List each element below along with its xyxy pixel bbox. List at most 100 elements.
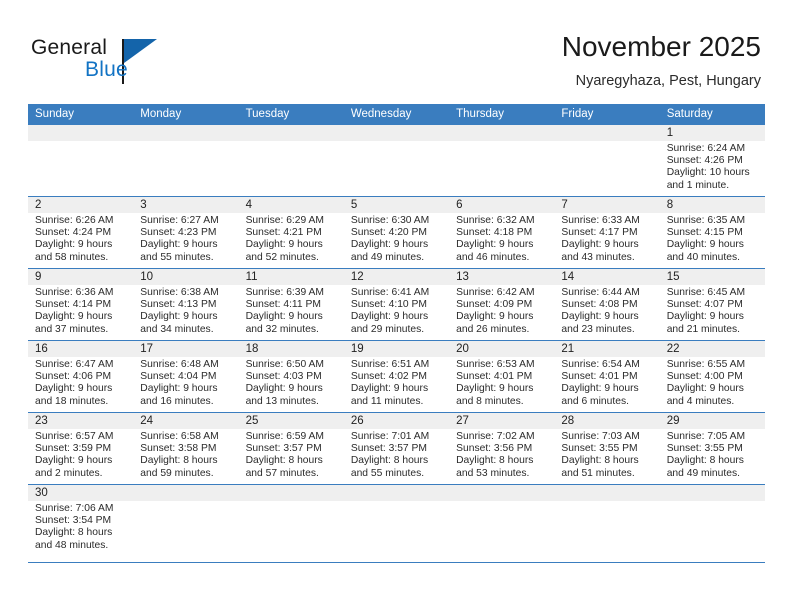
day-detail-line: Daylight: 9 hours: [350, 239, 429, 251]
day-detail-line: Sunrise: 6:58 AM: [140, 431, 219, 442]
day-detail-line: Sunset: 3:55 PM: [666, 443, 743, 455]
day-detail-line: Sunset: 4:07 PM: [666, 299, 743, 311]
day-number: 11: [245, 271, 258, 283]
calendar-day-cell[interactable]: 27 Sunrise: 7:02 AM Sunset: 3:56 PM Dayligh…: [449, 413, 555, 484]
calendar-day-cell[interactable]: 26 Sunrise: 7:01 AM Sunset: 3:57 PM Dayligh…: [343, 413, 450, 484]
calendar-day-cell-empty: [659, 485, 765, 562]
calendar-day-cell[interactable]: 15 Sunrise: 6:45 AM Sunset: 4:07 PM Dayligh…: [659, 269, 765, 340]
calendar-day-cell[interactable]: 23 Sunrise: 6:57 AM Sunset: 3:59 PM Dayligh…: [28, 413, 134, 484]
day-detail-line: Sunrise: 6:48 AM: [140, 359, 219, 370]
day-detail-line: Sunrise: 6:35 AM: [666, 215, 746, 226]
day-detail-line: Sunrise: 6:53 AM: [456, 359, 535, 370]
day-detail-line: Daylight: 8 hours: [561, 455, 639, 467]
day-detail-line: Daylight: 9 hours: [666, 311, 744, 323]
day-number-band: 22: [659, 341, 765, 357]
day-detail-line: Sunset: 3:56 PM: [456, 443, 533, 455]
day-number-band: 19: [343, 341, 450, 357]
calendar-day-cell-empty: [133, 485, 239, 562]
title-block: November 2025 Nyaregyhaza, Pest, Hungary: [562, 30, 761, 92]
calendar-day-cell[interactable]: 3 Sunrise: 6:27 AM Sunset: 4:23 PM Daylight…: [133, 197, 239, 268]
day-number-band: 18: [238, 341, 344, 357]
day-number: 29: [666, 415, 680, 427]
day-detail-line: Sunset: 3:59 PM: [35, 443, 112, 455]
day-detail-line: Daylight: 9 hours: [561, 311, 639, 323]
calendar-day-cell[interactable]: 13 Sunrise: 6:42 AM Sunset: 4:09 PM Dayligh…: [449, 269, 555, 340]
calendar-day-cell[interactable]: 30 Sunrise: 7:06 AM Sunset: 3:54 PM Dayligh…: [28, 485, 134, 562]
day-detail-line: and 49 minutes.: [350, 251, 425, 263]
day-number: 5: [350, 199, 358, 211]
calendar-day-cell[interactable]: 16 Sunrise: 6:47 AM Sunset: 4:06 PM Dayligh…: [28, 341, 134, 412]
calendar-day-cell[interactable]: 4 Sunrise: 6:29 AM Sunset: 4:21 PM Daylight…: [238, 197, 344, 268]
day-detail-line: and 11 minutes.: [350, 395, 424, 407]
calendar-day-cell[interactable]: 18 Sunrise: 6:50 AM Sunset: 4:03 PM Dayligh…: [238, 341, 344, 412]
day-detail-line: and 32 minutes.: [245, 323, 319, 335]
day-detail-line: and 40 minutes.: [666, 251, 740, 263]
calendar-page: General Blue November 2025 Nyaregyhaza, …: [0, 0, 792, 612]
day-detail-line: Sunrise: 7:03 AM: [561, 431, 640, 442]
day-number-band: 28: [554, 413, 660, 429]
day-detail-line: Sunrise: 6:24 AM: [666, 143, 746, 154]
calendar-day-cell[interactable]: 19 Sunrise: 6:51 AM Sunset: 4:02 PM Dayligh…: [343, 341, 450, 412]
calendar-day-cell[interactable]: 10 Sunrise: 6:38 AM Sunset: 4:13 PM Dayligh…: [133, 269, 239, 340]
day-detail-line: Daylight: 9 hours: [456, 383, 534, 395]
day-number: 20: [456, 343, 469, 355]
calendar-day-cell[interactable]: 14 Sunrise: 6:44 AM Sunset: 4:08 PM Dayligh…: [554, 269, 660, 340]
calendar-day-cell[interactable]: 24 Sunrise: 6:58 AM Sunset: 3:58 PM Dayligh…: [133, 413, 239, 484]
day-detail-line: Daylight: 9 hours: [350, 383, 429, 395]
day-number-band: 7: [554, 197, 660, 213]
calendar-day-cell[interactable]: 9 Sunrise: 6:36 AM Sunset: 4:14 PM Daylight…: [28, 269, 134, 340]
calendar-day-cell[interactable]: 5 Sunrise: 6:30 AM Sunset: 4:20 PM Daylight…: [343, 197, 450, 268]
day-detail-lines: Sunrise: 6:45 AM Sunset: 4:07 PM Daylight:…: [660, 285, 765, 336]
calendar-day-cell[interactable]: 28 Sunrise: 7:03 AM Sunset: 3:55 PM Dayligh…: [554, 413, 660, 484]
day-number-band: 30: [28, 485, 134, 501]
calendar-day-cell[interactable]: 25 Sunrise: 6:59 AM Sunset: 3:57 PM Dayligh…: [238, 413, 344, 484]
day-detail-line: and 49 minutes.: [666, 467, 740, 479]
day-detail-line: Sunrise: 6:30 AM: [350, 215, 430, 226]
day-detail-lines: [449, 141, 554, 143]
calendar-day-cell[interactable]: 6 Sunrise: 6:32 AM Sunset: 4:18 PM Daylight…: [449, 197, 555, 268]
day-detail-line: and 57 minutes.: [245, 467, 319, 479]
calendar-day-cell[interactable]: 11 Sunrise: 6:39 AM Sunset: 4:11 PM Dayligh…: [238, 269, 344, 340]
page-header: General Blue November 2025 Nyaregyhaza, …: [0, 0, 792, 103]
day-detail-lines: [554, 141, 659, 143]
calendar-day-cell-empty: [238, 125, 344, 196]
calendar-day-cell[interactable]: 2 Sunrise: 6:26 AM Sunset: 4:24 PM Daylight…: [28, 197, 134, 268]
calendar-day-cell[interactable]: 8 Sunrise: 6:35 AM Sunset: 4:15 PM Daylight…: [659, 197, 765, 268]
calendar-day-cell-empty: [554, 485, 660, 562]
day-detail-line: Sunrise: 6:51 AM: [350, 359, 430, 370]
day-number-band: 21: [554, 341, 660, 357]
day-detail-lines: Sunrise: 7:03 AM Sunset: 3:55 PM Daylight:…: [554, 429, 659, 480]
calendar-day-cell-empty: [554, 125, 660, 196]
day-number: 27: [456, 415, 469, 427]
day-detail-line: Sunrise: 7:01 AM: [350, 431, 430, 442]
day-detail-lines: [239, 141, 344, 143]
calendar-day-cell[interactable]: 17 Sunrise: 6:48 AM Sunset: 4:04 PM Dayligh…: [133, 341, 239, 412]
day-number-band: 2: [28, 197, 134, 213]
day-detail-line: Daylight: 9 hours: [350, 311, 429, 323]
day-detail-lines: Sunrise: 6:54 AM Sunset: 4:01 PM Daylight:…: [554, 357, 659, 408]
day-detail-line: and 1 minute.: [666, 179, 730, 191]
calendar-day-cell[interactable]: 1 Sunrise: 6:24 AM Sunset: 4:26 PM Daylight…: [659, 125, 765, 196]
calendar-day-cell[interactable]: 7 Sunrise: 6:33 AM Sunset: 4:17 PM Daylight…: [554, 197, 660, 268]
calendar-day-cell[interactable]: 21 Sunrise: 6:54 AM Sunset: 4:01 PM Dayligh…: [554, 341, 660, 412]
calendar-day-cell[interactable]: 20 Sunrise: 6:53 AM Sunset: 4:01 PM Dayligh…: [449, 341, 555, 412]
day-number: 15: [666, 271, 680, 283]
day-number: 21: [561, 343, 575, 355]
brand-logo[interactable]: General Blue: [31, 36, 231, 88]
weekday-header-thursday: Thursday: [456, 108, 505, 120]
calendar-day-cell[interactable]: 29 Sunrise: 7:05 AM Sunset: 3:55 PM Dayligh…: [659, 413, 765, 484]
day-detail-lines: [239, 501, 344, 503]
day-detail-line: Sunrise: 6:42 AM: [456, 287, 535, 298]
day-detail-lines: [449, 501, 554, 503]
day-detail-line: and 18 minutes.: [35, 395, 109, 407]
day-detail-line: Sunset: 4:15 PM: [666, 227, 743, 239]
day-detail-lines: Sunrise: 6:33 AM Sunset: 4:17 PM Daylight:…: [554, 213, 659, 264]
day-number-band: 25: [238, 413, 344, 429]
calendar-day-cell[interactable]: 12 Sunrise: 6:41 AM Sunset: 4:10 PM Dayligh…: [343, 269, 450, 340]
day-detail-line: Daylight: 9 hours: [245, 383, 323, 395]
day-detail-line: Daylight: 9 hours: [35, 239, 113, 251]
day-number-band: [28, 125, 134, 141]
calendar-day-cell[interactable]: 22 Sunrise: 6:55 AM Sunset: 4:00 PM Dayligh…: [659, 341, 765, 412]
day-number: 24: [140, 415, 154, 427]
day-detail-line: Sunset: 4:02 PM: [350, 371, 427, 383]
